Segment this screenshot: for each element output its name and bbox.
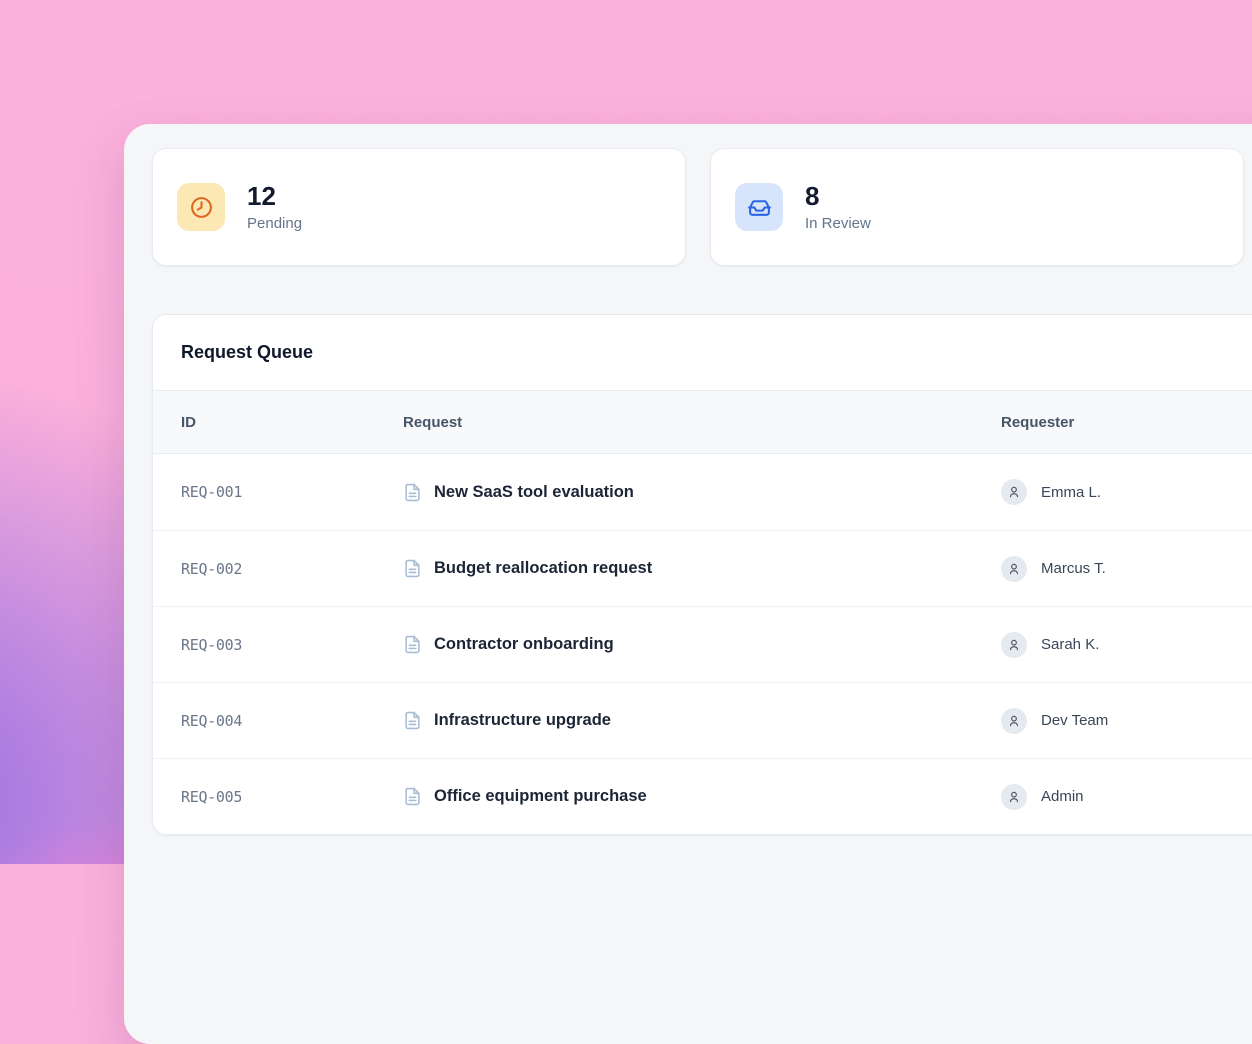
- avatar: [1001, 479, 1027, 505]
- requester-name: Admin: [1041, 788, 1084, 805]
- request-id: REQ-002: [181, 560, 403, 578]
- stat-value: 12: [247, 182, 302, 212]
- table-row[interactable]: REQ-001 New SaaS tool evaluation Emma L.: [153, 454, 1252, 530]
- stat-text: 12 Pending: [247, 182, 302, 232]
- request-title: Contractor onboarding: [434, 635, 614, 654]
- column-header-id: ID: [181, 414, 403, 431]
- requester-name: Dev Team: [1041, 712, 1108, 729]
- requester-cell: Marcus T.: [1001, 556, 1252, 582]
- table-row[interactable]: REQ-002 Budget reallocation request Marc…: [153, 530, 1252, 606]
- requester-cell: Emma L.: [1001, 479, 1252, 505]
- clock-icon: [177, 183, 225, 231]
- request-id: REQ-003: [181, 636, 403, 654]
- column-header-request: Request: [403, 414, 1001, 431]
- stat-card-pending[interactable]: 12 Pending: [152, 148, 686, 266]
- request-queue-card: Request Queue ID Request Requester REQ-0…: [152, 314, 1252, 835]
- table-row[interactable]: REQ-004 Infrastructure upgrade Dev Team: [153, 682, 1252, 758]
- request-cell: Infrastructure upgrade: [403, 711, 1001, 730]
- table-row[interactable]: REQ-003 Contractor onboarding Sarah K.: [153, 606, 1252, 682]
- request-title: Office equipment purchase: [434, 787, 647, 806]
- request-title: Budget reallocation request: [434, 559, 652, 578]
- stat-value: 8: [805, 182, 871, 212]
- table-title: Request Queue: [181, 342, 1252, 363]
- stat-card-in-review[interactable]: 8 In Review: [710, 148, 1244, 266]
- document-icon: [403, 711, 422, 730]
- request-id: REQ-004: [181, 712, 403, 730]
- stats-row: 12 Pending 8 In Review: [152, 148, 1252, 266]
- table-header-row: ID Request Requester: [153, 391, 1252, 454]
- request-title: Infrastructure upgrade: [434, 711, 611, 730]
- requester-cell: Dev Team: [1001, 708, 1252, 734]
- document-icon: [403, 635, 422, 654]
- document-icon: [403, 559, 422, 578]
- column-header-requester: Requester: [1001, 414, 1252, 431]
- document-icon: [403, 787, 422, 806]
- table-row[interactable]: REQ-005 Office equipment purchase Admin: [153, 758, 1252, 834]
- inbox-icon: [735, 183, 783, 231]
- document-icon: [403, 483, 422, 502]
- requester-cell: Admin: [1001, 784, 1252, 810]
- request-cell: Contractor onboarding: [403, 635, 1001, 654]
- dashboard-panel: 12 Pending 8 In Review Request Queue ID …: [124, 124, 1252, 1044]
- avatar: [1001, 632, 1027, 658]
- request-id: REQ-005: [181, 788, 403, 806]
- avatar: [1001, 708, 1027, 734]
- table-title-bar: Request Queue: [153, 315, 1252, 391]
- request-cell: Budget reallocation request: [403, 559, 1001, 578]
- request-cell: New SaaS tool evaluation: [403, 483, 1001, 502]
- stat-label: Pending: [247, 215, 302, 232]
- requester-name: Sarah K.: [1041, 636, 1099, 653]
- avatar: [1001, 556, 1027, 582]
- requester-name: Marcus T.: [1041, 560, 1106, 577]
- request-title: New SaaS tool evaluation: [434, 483, 634, 502]
- avatar: [1001, 784, 1027, 810]
- request-id: REQ-001: [181, 483, 403, 501]
- request-cell: Office equipment purchase: [403, 787, 1001, 806]
- stat-text: 8 In Review: [805, 182, 871, 232]
- stat-label: In Review: [805, 215, 871, 232]
- requester-name: Emma L.: [1041, 484, 1101, 501]
- requester-cell: Sarah K.: [1001, 632, 1252, 658]
